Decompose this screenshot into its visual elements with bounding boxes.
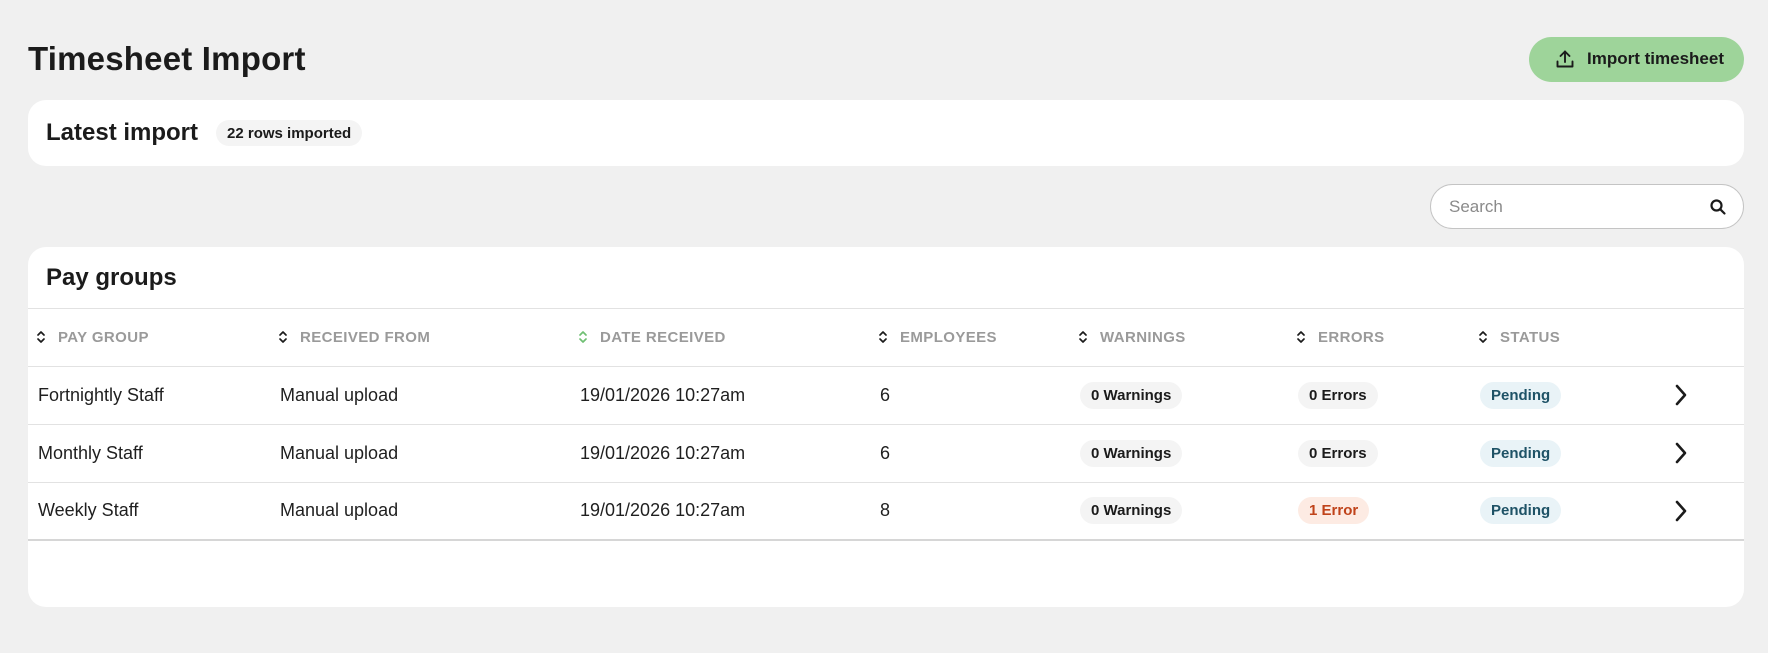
- status-badge: Pending: [1480, 381, 1562, 409]
- column-header-actions: [1652, 309, 1744, 367]
- upload-icon: [1555, 49, 1575, 69]
- column-header-date-received[interactable]: DATE RECEIVED: [570, 309, 870, 367]
- column-label: ERRORS: [1318, 328, 1385, 346]
- sort-icon: [37, 331, 45, 344]
- cell-warnings: 0 Warnings: [1070, 482, 1288, 541]
- cell-date-received: 19/01/2026 10:27am: [570, 366, 870, 425]
- cell-warnings: 0 Warnings: [1070, 366, 1288, 425]
- table-row[interactable]: Fortnightly Staff Manual upload 19/01/20…: [28, 366, 1744, 425]
- pay-groups-table: PAY GROUP RECEIVED FROM DATE RECEIVED EM…: [28, 309, 1744, 541]
- column-label: RECEIVED FROM: [300, 328, 431, 346]
- errors-badge: 0 Errors: [1298, 381, 1378, 409]
- cell-pay-group: Weekly Staff: [28, 482, 270, 541]
- cell-actions: [1652, 482, 1744, 541]
- page-title: Timesheet Import: [28, 40, 306, 77]
- cell-actions: [1652, 366, 1744, 425]
- warnings-badge: 0 Warnings: [1080, 381, 1183, 409]
- status-badge: Pending: [1480, 497, 1562, 525]
- errors-badge: 1 Error: [1298, 497, 1370, 525]
- page-header: Timesheet Import Import timesheet: [28, 36, 1744, 82]
- table-row[interactable]: Monthly Staff Manual upload 19/01/2026 1…: [28, 424, 1744, 483]
- cell-employees: 8: [870, 482, 1070, 541]
- table-row[interactable]: Weekly Staff Manual upload 19/01/2026 10…: [28, 482, 1744, 541]
- cell-received-from: Manual upload: [270, 482, 570, 541]
- cell-status: Pending: [1470, 482, 1652, 541]
- sort-icon: [1479, 331, 1487, 344]
- warnings-badge: 0 Warnings: [1080, 439, 1183, 467]
- search-box[interactable]: [1430, 184, 1744, 229]
- cell-employees: 6: [870, 424, 1070, 483]
- chevron-right-icon[interactable]: [1662, 383, 1744, 407]
- import-timesheet-label: Import timesheet: [1587, 49, 1724, 68]
- cell-errors: 0 Errors: [1288, 366, 1470, 425]
- column-header-pay-group[interactable]: PAY GROUP: [28, 309, 270, 367]
- import-timesheet-button[interactable]: Import timesheet: [1529, 36, 1744, 82]
- column-header-received-from[interactable]: RECEIVED FROM: [270, 309, 570, 367]
- cell-errors: 1 Error: [1288, 482, 1470, 541]
- cell-received-from: Manual upload: [270, 424, 570, 483]
- column-header-warnings[interactable]: WARNINGS: [1070, 309, 1288, 367]
- sort-active-icon: [579, 331, 587, 344]
- search-input[interactable]: [1449, 196, 1709, 217]
- sort-icon: [879, 331, 887, 344]
- latest-import-card: Latest import 22 rows imported: [28, 100, 1744, 166]
- column-label: WARNINGS: [1100, 328, 1186, 346]
- column-header-errors[interactable]: ERRORS: [1288, 309, 1470, 367]
- pay-groups-title: Pay groups: [28, 247, 1744, 309]
- cell-date-received: 19/01/2026 10:27am: [570, 482, 870, 541]
- rows-imported-badge: 22 rows imported: [216, 120, 363, 146]
- sort-icon: [279, 331, 287, 344]
- latest-import-title: Latest import: [46, 119, 199, 146]
- column-label: STATUS: [1500, 328, 1561, 346]
- cell-date-received: 19/01/2026 10:27am: [570, 424, 870, 483]
- cell-errors: 0 Errors: [1288, 424, 1470, 483]
- chevron-right-icon[interactable]: [1662, 441, 1744, 465]
- cell-pay-group: Monthly Staff: [28, 424, 270, 483]
- column-header-status[interactable]: STATUS: [1470, 309, 1652, 367]
- cell-warnings: 0 Warnings: [1070, 424, 1288, 483]
- cell-actions: [1652, 424, 1744, 483]
- column-label: EMPLOYEES: [900, 328, 997, 346]
- search-icon[interactable]: [1709, 198, 1727, 216]
- column-header-employees[interactable]: EMPLOYEES: [870, 309, 1070, 367]
- cell-pay-group: Fortnightly Staff: [28, 366, 270, 425]
- warnings-badge: 0 Warnings: [1080, 497, 1183, 525]
- errors-badge: 0 Errors: [1298, 439, 1378, 467]
- timesheet-import-page: Timesheet Import Import timesheet Latest…: [0, 0, 1768, 653]
- cell-status: Pending: [1470, 424, 1652, 483]
- status-badge: Pending: [1480, 439, 1562, 467]
- pay-groups-card: Pay groups PAY GROUP RECEIVED FROM DATE …: [28, 247, 1744, 607]
- sort-icon: [1297, 331, 1305, 344]
- cell-received-from: Manual upload: [270, 366, 570, 425]
- table-header-row: PAY GROUP RECEIVED FROM DATE RECEIVED EM…: [28, 309, 1744, 367]
- sort-icon: [1079, 331, 1087, 344]
- cell-status: Pending: [1470, 366, 1652, 425]
- chevron-right-icon[interactable]: [1662, 499, 1744, 523]
- cell-employees: 6: [870, 366, 1070, 425]
- column-label: DATE RECEIVED: [600, 328, 726, 346]
- column-label: PAY GROUP: [58, 328, 149, 346]
